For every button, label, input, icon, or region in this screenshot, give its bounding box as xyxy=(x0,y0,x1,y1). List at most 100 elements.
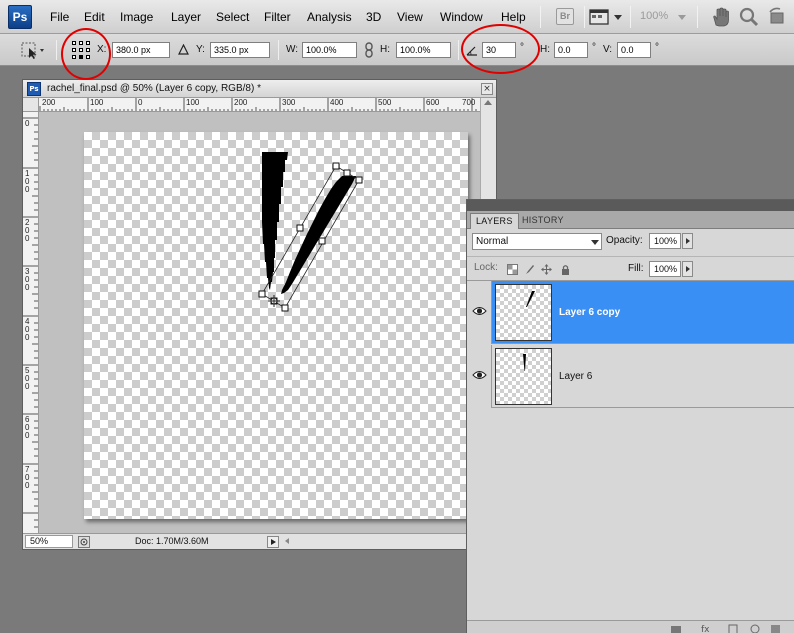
vertical-skew-label: V: xyxy=(603,44,613,55)
lock-move-icon[interactable] xyxy=(541,264,552,275)
menu-separator xyxy=(697,6,698,28)
degree-symbol: ° xyxy=(592,42,596,53)
chevron-down-icon[interactable] xyxy=(591,240,599,245)
status-zoom-field[interactable]: 50% xyxy=(25,535,73,548)
panel-dock-header[interactable] xyxy=(467,200,794,211)
ruler-number: 5 0 0 xyxy=(25,366,30,391)
ruler-number: 0 xyxy=(138,98,143,107)
document-status-bar: 50% Doc: 1.70M/3.60M xyxy=(23,533,496,549)
options-separator xyxy=(278,40,279,60)
layer-name[interactable]: Layer 6 copy xyxy=(559,307,620,318)
ruler-number: 7 0 0 xyxy=(25,465,30,490)
visibility-toggle[interactable] xyxy=(467,345,492,408)
layer-6-shape xyxy=(262,152,288,290)
horizontal-skew-field[interactable]: 0.0 xyxy=(554,42,588,58)
fill-field[interactable]: 100% xyxy=(649,261,681,277)
magnifier-icon[interactable] xyxy=(738,6,760,28)
ruler-number: 100 xyxy=(90,98,104,107)
ruler-number: 6 0 0 xyxy=(25,415,30,440)
chevron-down-icon[interactable] xyxy=(678,15,686,20)
hand-icon[interactable] xyxy=(710,6,732,28)
close-icon[interactable]: × xyxy=(481,83,493,95)
menu-file[interactable]: File xyxy=(50,0,69,34)
bridge-badge[interactable]: Br xyxy=(556,8,574,25)
layer-name[interactable]: Layer 6 xyxy=(559,371,592,382)
delta-icon[interactable] xyxy=(178,44,189,55)
y-position-field[interactable]: 335.0 px xyxy=(210,42,270,58)
menu-3d[interactable]: 3D xyxy=(366,0,381,34)
panel-tabs: LAYERS HISTORY xyxy=(467,211,794,229)
ruler-number: 200 xyxy=(42,98,56,107)
y-label: Y: xyxy=(196,44,205,55)
status-info-icon[interactable] xyxy=(78,536,90,548)
status-menu-button[interactable] xyxy=(267,536,279,548)
layer-thumbnail[interactable] xyxy=(495,284,552,341)
svg-text:fx: fx xyxy=(701,625,710,633)
ruler-number: 0 xyxy=(25,119,30,128)
zoom-level[interactable]: 100% xyxy=(640,10,668,22)
layer-row-layer-6[interactable]: Layer 6 xyxy=(467,345,794,408)
layer-6-copy-shape xyxy=(281,176,356,294)
annotation-circle-rotation-angle xyxy=(461,24,540,74)
move-tool-icon[interactable] xyxy=(20,41,46,59)
ruler-number: 500 xyxy=(378,98,392,107)
vertical-skew-field[interactable]: 0.0 xyxy=(617,42,651,58)
vertical-ruler[interactable]: 0 1 0 0 2 0 0 3 0 0 4 0 0 5 0 0 6 0 0 7 … xyxy=(23,112,39,533)
document-window: Ps rachel_final.psd @ 50% (Layer 6 copy,… xyxy=(22,79,497,550)
degree-symbol: ° xyxy=(655,42,659,53)
options-separator xyxy=(458,40,459,60)
layer-row-layer-6-copy[interactable]: Layer 6 copy xyxy=(467,281,794,344)
canvas-artwork[interactable] xyxy=(84,132,468,519)
x-position-field[interactable]: 380.0 px xyxy=(112,42,170,58)
layer-actions-icons[interactable]: fx xyxy=(667,622,787,633)
opacity-field[interactable]: 100% xyxy=(649,233,681,249)
ruler-number: 2 0 0 xyxy=(25,218,30,243)
rotate-view-icon[interactable] xyxy=(766,6,788,28)
chevron-down-icon[interactable] xyxy=(614,15,622,20)
document-viewport[interactable] xyxy=(39,112,480,533)
layer-thumbnail[interactable] xyxy=(495,348,552,405)
ruler-number: 100 xyxy=(186,98,200,107)
options-separator xyxy=(56,40,57,60)
menu-separator xyxy=(630,6,631,28)
fill-slider-button[interactable] xyxy=(682,261,693,277)
lock-all-icon[interactable] xyxy=(560,264,571,275)
lock-brush-icon[interactable] xyxy=(524,264,535,275)
ruler-number: 700 xyxy=(462,98,476,107)
tab-layers[interactable]: LAYERS xyxy=(470,213,519,229)
visibility-toggle[interactable] xyxy=(467,281,492,344)
layers-panel: LAYERS HISTORY Normal Opacity: 100% Lock… xyxy=(466,199,794,633)
menu-analysis[interactable]: Analysis xyxy=(307,0,352,34)
image-canvas[interactable] xyxy=(84,132,468,519)
document-ps-icon: Ps xyxy=(27,82,41,96)
tab-history[interactable]: HISTORY xyxy=(517,213,569,229)
document-title-bar[interactable]: Ps rachel_final.psd @ 50% (Layer 6 copy,… xyxy=(23,80,496,98)
lock-label: Lock: xyxy=(474,262,498,273)
height-scale-field[interactable]: 100.0% xyxy=(396,42,451,58)
ruler-number: 1 0 0 xyxy=(25,169,30,194)
menu-select[interactable]: Select xyxy=(216,0,249,34)
document-title: rachel_final.psd @ 50% (Layer 6 copy, RG… xyxy=(47,83,261,94)
ruler-origin[interactable] xyxy=(23,98,39,112)
fill-label: Fill: xyxy=(628,263,644,274)
screen-mode-icon[interactable] xyxy=(589,6,611,28)
opacity-slider-button[interactable] xyxy=(682,233,693,249)
scroll-up-icon[interactable] xyxy=(484,100,492,105)
horizontal-ruler[interactable]: 200 100 0 100 200 300 400 500 600 700 xyxy=(39,98,480,112)
ruler-number: 600 xyxy=(426,98,440,107)
menu-filter[interactable]: Filter xyxy=(264,0,291,34)
horizontal-skew-label: H: xyxy=(540,44,550,55)
scroll-left-icon[interactable] xyxy=(285,538,289,544)
lock-transparent-icon[interactable] xyxy=(507,264,518,275)
photoshop-logo[interactable]: Ps xyxy=(8,5,32,29)
menu-view[interactable]: View xyxy=(397,0,423,34)
layers-panel-footer: fx xyxy=(467,620,794,633)
width-scale-field[interactable]: 100.0% xyxy=(302,42,357,58)
blend-mode-select[interactable]: Normal xyxy=(472,233,602,250)
menu-separator xyxy=(540,6,541,28)
menu-layer[interactable]: Layer xyxy=(171,0,201,34)
thumbnail-shape xyxy=(526,291,535,307)
ruler-number: 200 xyxy=(234,98,248,107)
menu-image[interactable]: Image xyxy=(120,0,153,34)
link-icon[interactable] xyxy=(364,42,374,58)
